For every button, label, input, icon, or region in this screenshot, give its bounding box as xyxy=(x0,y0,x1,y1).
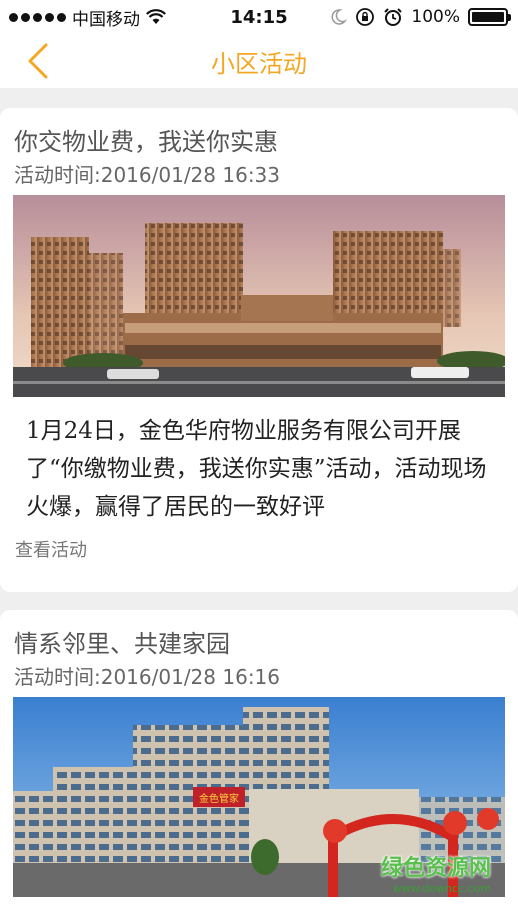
chevron-left-icon xyxy=(28,43,48,79)
carrier-name: 中国移动 xyxy=(72,9,140,30)
watermark-logo-text: 绿色资源网 xyxy=(380,856,491,881)
navigation-bar: 小区活动 xyxy=(0,34,518,88)
activity-time: 活动时间:2016/01/28 16:33 xyxy=(14,163,281,187)
activity-card[interactable]: 你交物业费，我送你实惠 活动时间:2016/01/28 16:33 1月24日，… xyxy=(0,108,518,592)
battery-icon xyxy=(468,8,511,26)
battery-percentage: 100% xyxy=(411,7,460,27)
activity-card[interactable]: 情系邻里、共建家园 活动时间:2016/01/28 16:16 金色管家 绿色资… xyxy=(0,610,518,920)
alarm-clock-icon xyxy=(384,8,403,26)
watermark-url: www.downcc.com xyxy=(392,882,491,895)
site-watermark: 绿色资源网 www.downcc.com xyxy=(381,850,491,895)
activity-time: 活动时间:2016/01/28 16:16 xyxy=(14,665,281,689)
view-activity-link[interactable]: 查看活动 xyxy=(15,536,87,562)
activity-title: 你交物业费，我送你实惠 xyxy=(14,128,278,156)
store-sign-text: 金色管家 xyxy=(199,792,239,805)
activity-photo[interactable] xyxy=(13,195,505,397)
activity-description: 1月24日，金色华府物业服务有限公司开展了“你缴物业费，我送你实惠”活动，活动现… xyxy=(26,418,487,520)
signal-strength-icon xyxy=(9,12,66,22)
activity-title: 情系邻里、共建家园 xyxy=(14,630,230,658)
apartment-buildings-photo xyxy=(13,195,505,397)
status-bar: 中国移动 14:15 100% xyxy=(0,0,518,34)
activity-photo[interactable]: 金色管家 绿色资源网 www.downcc.com xyxy=(13,697,505,897)
page-title: 小区活动 xyxy=(211,49,307,78)
back-button[interactable] xyxy=(18,40,58,82)
wifi-icon xyxy=(146,9,166,24)
battery-level-fill xyxy=(472,12,504,22)
rotation-lock-icon xyxy=(356,8,375,26)
do-not-disturb-moon-icon xyxy=(331,9,348,25)
